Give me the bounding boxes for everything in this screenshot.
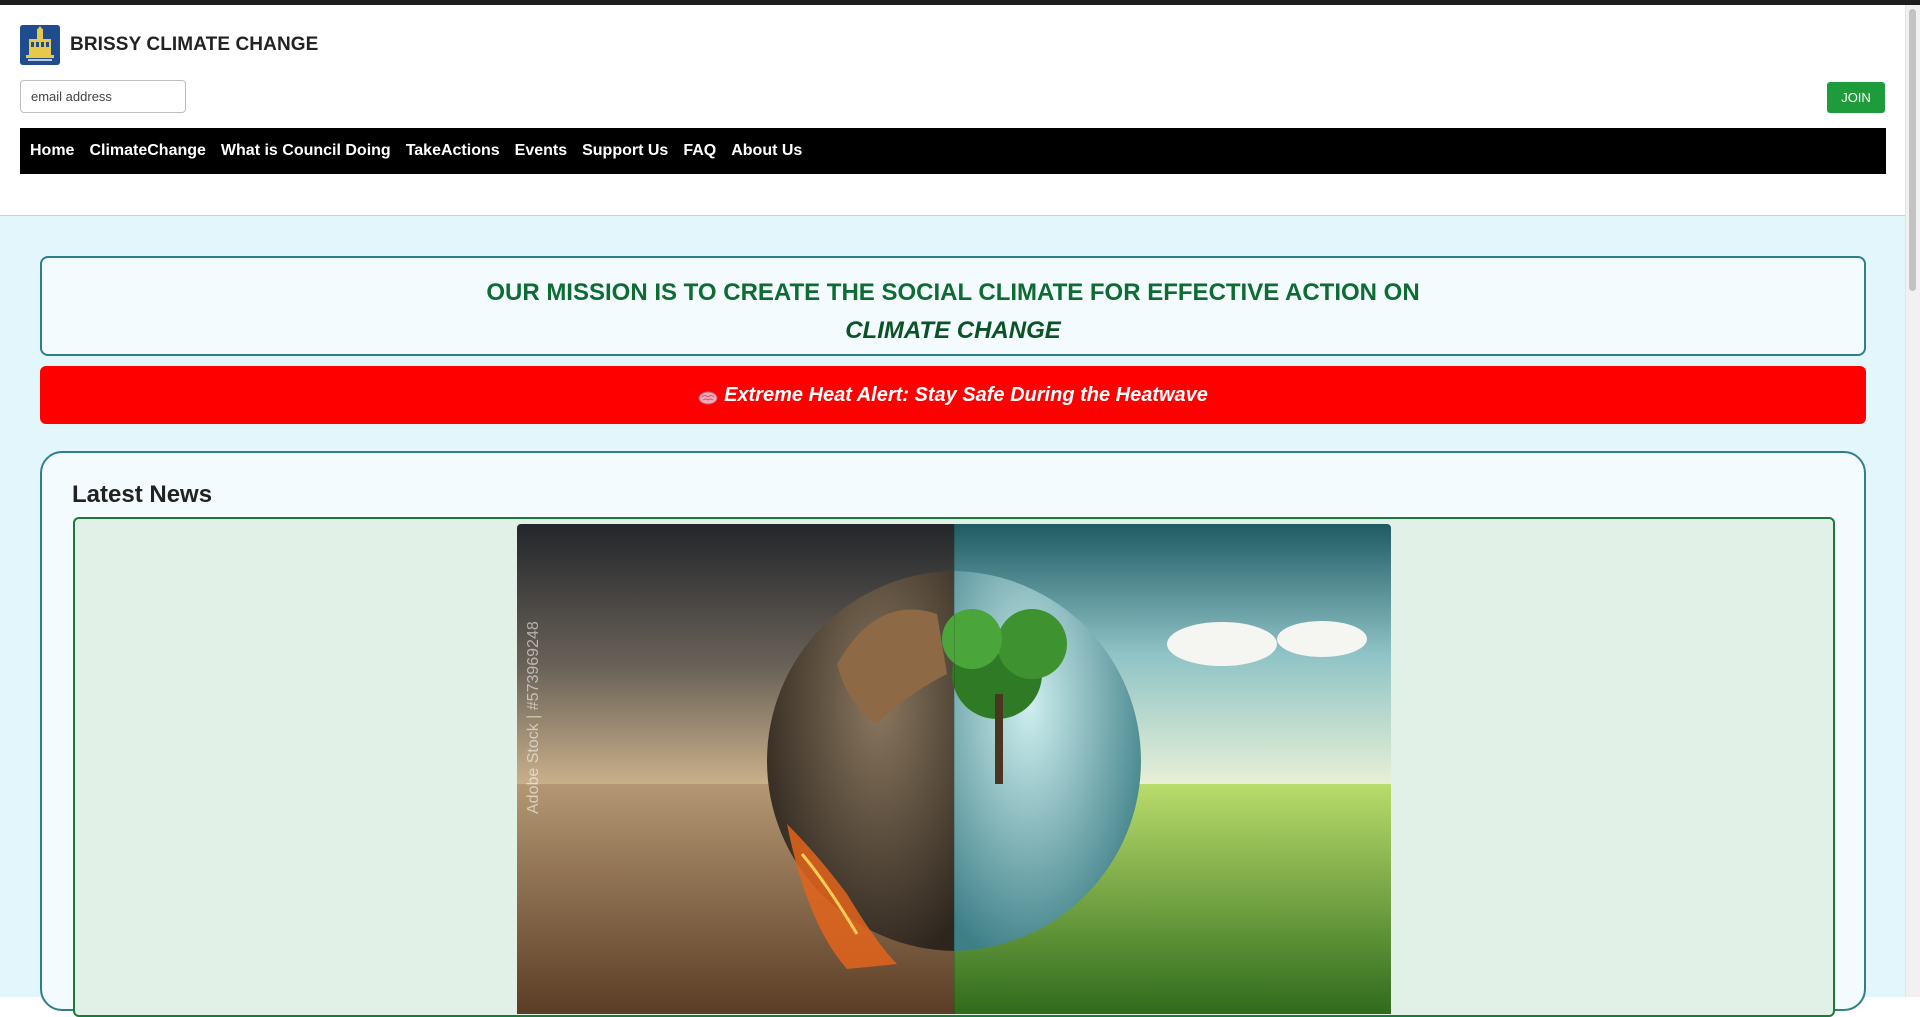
mission-line-1: OUR MISSION IS TO CREATE THE SOCIAL CLIM… [486,279,1420,306]
page: BRISSY CLIMATE CHANGE JOIN Home ClimateC… [0,5,1906,1017]
nav-item-take-actions[interactable]: TakeActions [406,142,500,160]
mission-statement: OUR MISSION IS TO CREATE THE SOCIAL CLIM… [40,256,1866,356]
heat-alert-text: Extreme Heat Alert: Stay Safe During the… [724,383,1208,406]
nav-item-about-us[interactable]: About Us [731,142,802,160]
page-scrollbar[interactable] [1905,5,1920,997]
join-button[interactable]: JOIN [1827,82,1885,113]
brand[interactable]: BRISSY CLIMATE CHANGE [20,25,318,65]
news-card[interactable]: Adobe Stock | #573969248 [73,517,1835,1017]
site-header: BRISSY CLIMATE CHANGE JOIN Home ClimateC… [0,5,1906,216]
mission-line-2: CLIMATE CHANGE [845,317,1061,344]
nav-item-faq[interactable]: FAQ [683,142,716,160]
nav-item-home[interactable]: Home [30,142,74,160]
nav-item-events[interactable]: Events [515,142,567,160]
main-nav: Home ClimateChange What is Council Doing… [20,128,1886,174]
council-logo [20,25,60,65]
brain-icon [698,388,718,405]
nav-item-council-doing[interactable]: What is Council Doing [221,142,391,160]
heat-alert-banner[interactable]: Extreme Heat Alert: Stay Safe During the… [40,366,1866,424]
image-watermark: Adobe Stock | #573969248 [525,621,542,814]
latest-news-panel: Latest News Adobe Stock | #573969248 [40,451,1866,1017]
latest-news-heading: Latest News [72,481,213,508]
news-image-climate-globe[interactable]: Adobe Stock | #573969248 [517,524,1391,1014]
scrollbar-thumb[interactable] [1909,9,1916,291]
main-content: OUR MISSION IS TO CREATE THE SOCIAL CLIM… [0,216,1906,1017]
nav-item-climate-change[interactable]: ClimateChange [89,142,205,160]
brand-title: BRISSY CLIMATE CHANGE [70,34,319,55]
email-input[interactable] [20,80,186,113]
nav-item-support-us[interactable]: Support Us [582,142,668,160]
